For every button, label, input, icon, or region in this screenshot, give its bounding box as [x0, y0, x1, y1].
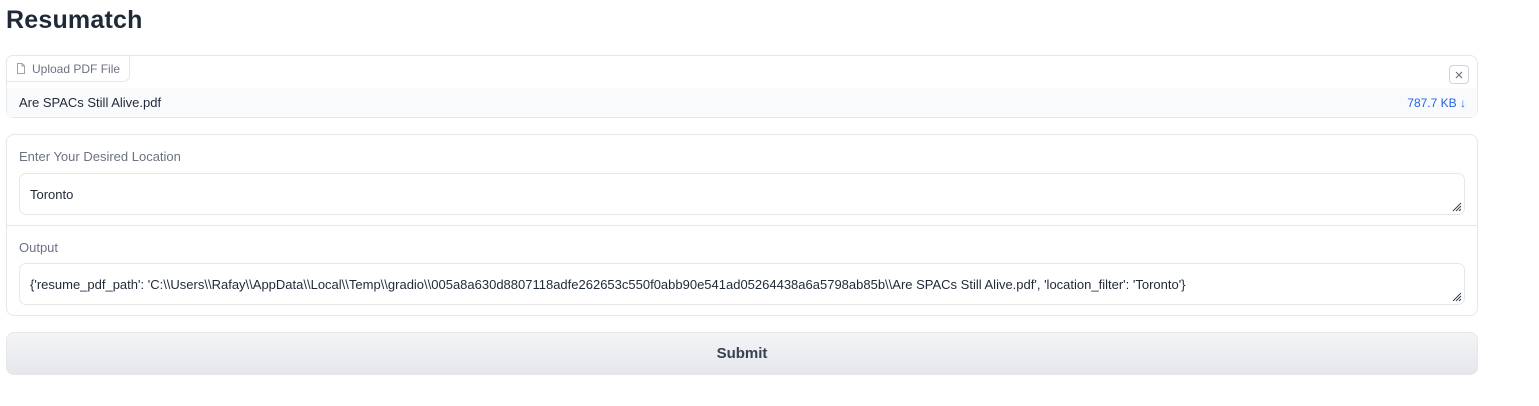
output-label: Output	[19, 240, 59, 255]
clear-file-button[interactable]	[1449, 65, 1469, 84]
location-label: Enter Your Desired Location	[19, 149, 181, 164]
file-name: Are SPACs Still Alive.pdf	[19, 95, 162, 110]
uploaded-file-row: Are SPACs Still Alive.pdf 787.7 KB ↓	[7, 88, 1477, 117]
file-icon	[17, 63, 25, 74]
file-download-link[interactable]: 787.7 KB ↓	[1407, 96, 1466, 110]
output-textbox[interactable]: {'resume_pdf_path': 'C:\\Users\\Rafay\\A…	[19, 263, 1465, 305]
page-title: Resumatch	[6, 6, 143, 34]
resize-handle-icon[interactable]	[1450, 290, 1462, 302]
location-input-value: Toronto	[30, 186, 74, 202]
file-upload[interactable]: Upload PDF File Are SPACs Still Alive.pd…	[6, 55, 1478, 118]
form-panel: Enter Your Desired Location Toronto Outp…	[6, 134, 1478, 316]
submit-button[interactable]: Submit	[6, 332, 1478, 375]
output-value: {'resume_pdf_path': 'C:\\Users\\Rafay\\A…	[30, 276, 1186, 292]
divider	[7, 225, 1477, 226]
location-input[interactable]: Toronto	[19, 173, 1465, 215]
resize-handle-icon[interactable]	[1450, 200, 1462, 212]
upload-label: Upload PDF File	[6, 55, 131, 82]
upload-label-text: Upload PDF File	[32, 61, 121, 76]
close-icon	[1455, 66, 1463, 84]
